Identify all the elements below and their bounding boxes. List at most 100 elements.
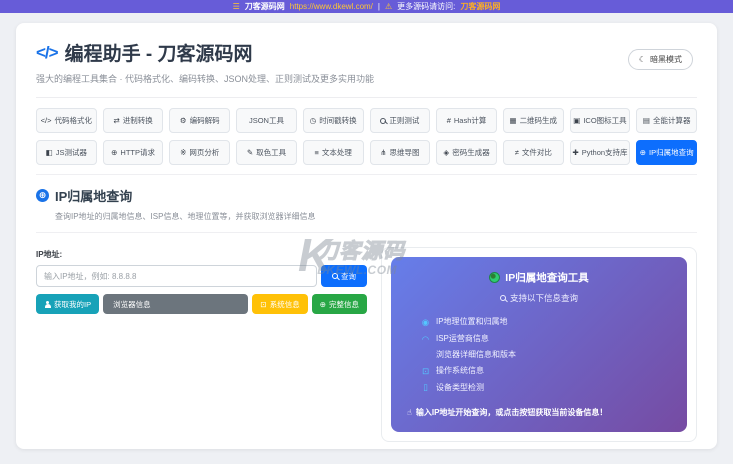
info-box-subtitle: 支持以下信息查询 xyxy=(509,293,578,303)
divider xyxy=(36,232,697,233)
get-my-ip-button[interactable]: 获取我的IP xyxy=(36,294,100,314)
os-icon: ⊡ xyxy=(421,365,430,376)
tab-label: 正则测试 xyxy=(389,116,420,125)
tab-base-convert[interactable]: ⇄ 进制转换 xyxy=(102,108,164,133)
tab-password-generator[interactable]: ◈ 密码生成器 xyxy=(436,140,497,165)
query-button[interactable]: 查询 xyxy=(321,265,367,287)
tab-encode-decode[interactable]: ⚙ 编码解码 xyxy=(169,108,231,133)
tool-tabs-row-2: ◧ JS测试器 ⊕ HTTP请求 ※ 网页分析 ✎ 取色工具 ≡ 文本处理 ⋔ 思维导图 ◈ 密码生成器 ≠… xyxy=(36,140,698,165)
tab-color-picker[interactable]: ✎ 取色工具 xyxy=(236,140,297,165)
tab-label: Hash计算 xyxy=(453,116,487,125)
regex-test-icon xyxy=(380,117,387,124)
calculator-icon: ▤ xyxy=(642,116,650,125)
timestamp-convert-icon: ◷ xyxy=(309,116,317,125)
file-diff-icon: ≠ xyxy=(514,148,519,157)
hash-calc-icon: # xyxy=(446,116,451,125)
topbar-site-url[interactable]: https://www.dkewl.com/ xyxy=(290,2,373,11)
tab-qrcode-generate[interactable]: ▦ 二维码生成 xyxy=(502,108,564,133)
tab-label: 时间戳转换 xyxy=(319,116,357,125)
js-tester-icon: ◧ xyxy=(45,148,53,157)
ip-address-label: IP地址: xyxy=(36,250,63,259)
tab-regex-test[interactable]: 正则测试 xyxy=(369,108,431,133)
section-title: IP归属地查询 xyxy=(55,189,133,204)
tab-mind-map[interactable]: ⋔ 思维导图 xyxy=(369,140,431,165)
info-box-footer-text: 输入IP地址开始查询，或点击按钮获取当前设备信息！ xyxy=(415,407,608,417)
feature-label: 设备类型检测 xyxy=(436,382,484,392)
globe-icon: ⊕ xyxy=(319,299,326,309)
tab-file-diff[interactable]: ≠ 文件对比 xyxy=(502,140,564,165)
qrcode-generate-icon: ▦ xyxy=(509,116,517,125)
encode-decode-icon: ⚙ xyxy=(179,116,187,125)
section-heading: ⊕ IP归属地查询 xyxy=(36,186,697,205)
feature-item-isp: ◠ ISP运营商信息 xyxy=(421,331,671,348)
feature-label: IP地理位置和归属地 xyxy=(436,317,508,327)
feature-label: 浏览器详细信息和版本 xyxy=(436,350,516,360)
globe-icon xyxy=(489,272,501,283)
topbar-notice-text: 更多源码请访问: xyxy=(397,2,456,11)
tab-js-tester[interactable]: ◧ JS测试器 xyxy=(36,140,97,165)
search-icon xyxy=(499,295,506,301)
tool-tabs-row-1: </> 代码格式化 ⇄ 进制转换 ⚙ 编码解码 JSON工具 ◷ 时间戳转换 正则测试 # Hash计… xyxy=(36,108,698,133)
bell-icon: ⚠ xyxy=(384,2,393,11)
tab-label: Python支持库 xyxy=(581,148,628,157)
ip-tool-info-box: IP归属地查询工具 支持以下信息查询 ◉ IP地理位置和归属地 ◠ ISP运营商信息浏… xyxy=(391,257,687,432)
tab-label: 文本处理 xyxy=(321,148,352,157)
base-convert-icon: ⇄ xyxy=(113,116,120,125)
topbar-separator: | xyxy=(377,2,380,11)
tab-http-request[interactable]: ⊕ HTTP请求 xyxy=(102,140,164,165)
info-box-subtitle-row: 支持以下信息查询 xyxy=(407,292,671,304)
tab-label: 密码生成器 xyxy=(452,148,490,157)
tab-timestamp-convert[interactable]: ◷ 时间戳转换 xyxy=(302,108,364,133)
browser-info-label: 浏览器信息 xyxy=(113,299,151,309)
location-icon: ◉ xyxy=(421,317,430,327)
system-info-label: 系统信息 xyxy=(269,299,300,309)
topbar-notice-link[interactable]: 刀客源码网 xyxy=(460,1,500,12)
password-generator-icon: ◈ xyxy=(443,148,450,157)
moon-icon: ☾ xyxy=(638,55,646,64)
tab-label: 编码解码 xyxy=(189,116,220,125)
full-info-button[interactable]: ⊕ 完整信息 xyxy=(311,294,367,314)
tab-page-analysis[interactable]: ※ 网页分析 xyxy=(169,140,231,165)
text-process-icon: ≡ xyxy=(314,148,319,157)
tab-hash-calc[interactable]: # Hash计算 xyxy=(436,108,497,133)
tab-json-tools[interactable]: JSON工具 xyxy=(236,108,297,133)
feature-item-os: ⊡ 操作系统信息 xyxy=(421,363,671,380)
info-panel-column: IP归属地查询工具 支持以下信息查询 ◉ IP地理位置和归属地 ◠ ISP运营商信息浏… xyxy=(381,247,697,442)
ip-query-form: IP地址: 查询 获取我的IP 浏览器信息 ⊡ 系统信息 xyxy=(36,247,367,442)
code-format-icon: </> xyxy=(40,116,52,125)
pointing-finger-icon: ☝ xyxy=(407,407,412,417)
person-icon xyxy=(44,300,51,308)
mind-map-icon: ⋔ xyxy=(380,148,387,157)
tab-calculator[interactable]: ▤ 全能计算器 xyxy=(636,108,698,133)
tab-label: IP归属地查询 xyxy=(649,148,694,157)
tab-label: 取色工具 xyxy=(256,148,287,157)
content-columns: IP地址: 查询 获取我的IP 浏览器信息 ⊡ 系统信息 xyxy=(36,247,697,442)
tab-code-format[interactable]: </> 代码格式化 xyxy=(36,108,97,133)
ip-lookup-icon: ⊕ xyxy=(639,148,647,157)
python-library-icon: ✚ xyxy=(572,148,579,157)
tab-ip-lookup[interactable]: ⊕ IP归属地查询 xyxy=(636,140,698,165)
tab-ico-tool[interactable]: ▣ ICO图标工具 xyxy=(569,108,631,133)
system-info-button[interactable]: ⊡ 系统信息 xyxy=(252,294,308,314)
tab-label: 文件对比 xyxy=(521,148,552,157)
color-picker-icon: ✎ xyxy=(246,148,254,157)
browser-info-button[interactable]: 浏览器信息 xyxy=(103,294,249,314)
feature-item-location: ◉ IP地理位置和归属地 xyxy=(421,314,671,331)
feature-item-browser: 浏览器详细信息和版本 xyxy=(421,347,671,363)
ip-input-row: 查询 xyxy=(36,265,367,287)
divider xyxy=(36,174,697,175)
http-request-icon: ⊕ xyxy=(111,148,118,157)
code-logo-icon: </> xyxy=(36,42,59,62)
feature-item-device: ▯ 设备类型检测 xyxy=(421,379,671,396)
tab-python-library[interactable]: ✚ Python支持库 xyxy=(569,140,631,165)
feature-label: ISP运营商信息 xyxy=(436,334,489,344)
tab-label: ICO图标工具 xyxy=(583,116,627,125)
page-subtitle: 强大的编程工具集合 · 代码格式化、编码转换、JSON处理、正则测试及更多实用功… xyxy=(36,74,375,84)
section-subtitle: 查询IP地址的归属地信息、ISP信息、地理位置等，并获取浏览器详细信息 xyxy=(55,212,316,221)
tab-text-process[interactable]: ≡ 文本处理 xyxy=(302,140,364,165)
tab-label: HTTP请求 xyxy=(120,148,155,157)
tab-label: 进制转换 xyxy=(122,116,153,125)
topbar-site-name: 刀客源码网 xyxy=(244,2,285,11)
ip-address-input[interactable] xyxy=(36,265,317,287)
dark-mode-button[interactable]: ☾ 暗黑模式 xyxy=(627,49,693,70)
